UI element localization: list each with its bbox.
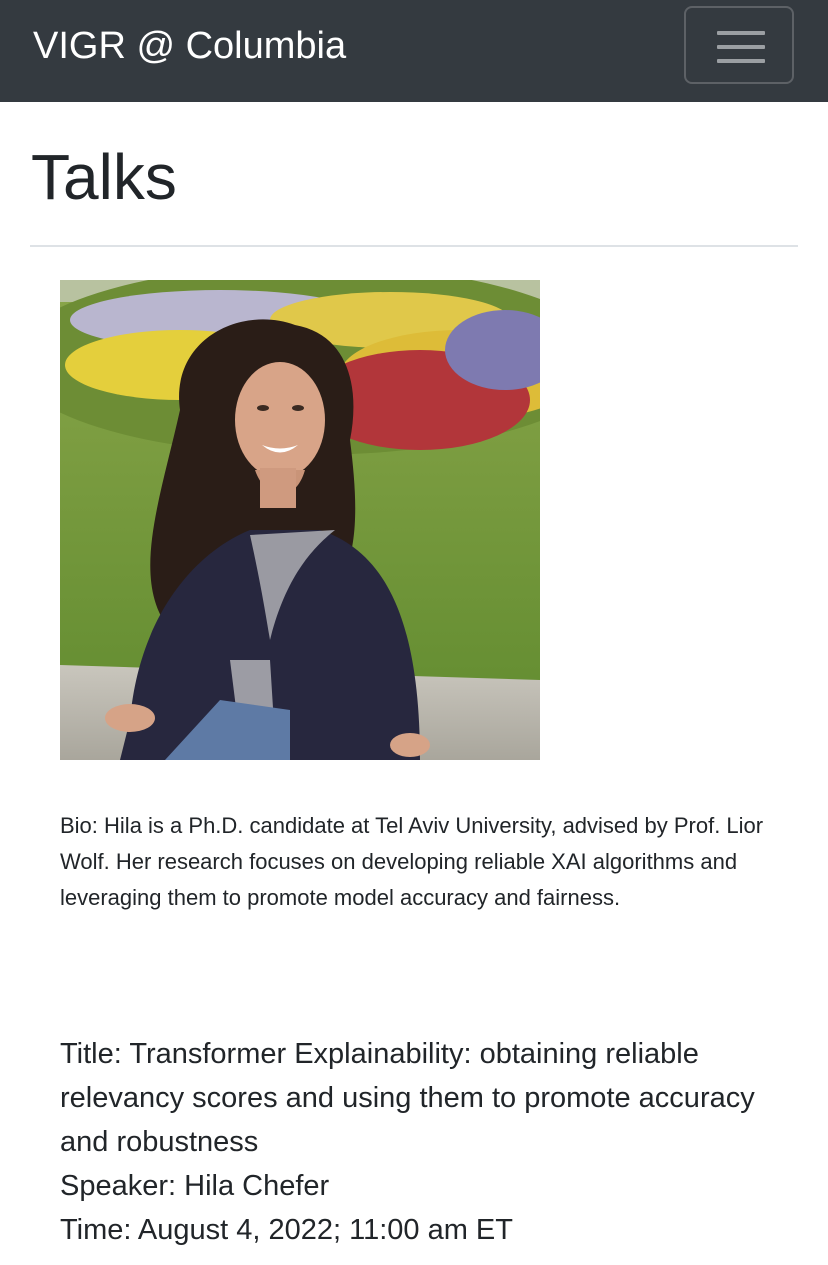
talk-time-value: August 4, 2022; 11:00 am ET (131, 1214, 513, 1246)
bio-label: Bio: (60, 813, 98, 838)
talk-speaker-value: Hila Chefer (176, 1170, 330, 1202)
top-navbar: VIGR @ Columbia (0, 0, 828, 102)
talk-speaker-line: Speaker: Hila Chefer (60, 1164, 780, 1208)
page-title: Talks (31, 141, 177, 213)
talk-speaker-label: Speaker: (60, 1170, 177, 1202)
navbar-brand-link[interactable]: VIGR @ Columbia (33, 24, 346, 68)
title-divider (30, 245, 798, 247)
speaker-bio: Bio: Hila is a Ph.D. candidate at Tel Av… (60, 808, 780, 916)
talk-title-value: Transformer Explainability: obtaining re… (60, 1038, 755, 1158)
talk-details: Title: Transformer Explainability: obtai… (60, 1032, 780, 1252)
speaker-photo (60, 280, 540, 760)
talk-title-line: Title: Transformer Explainability: obtai… (60, 1032, 780, 1164)
talk-title-label: Title: (60, 1038, 122, 1070)
talk-time-label: Time: (60, 1214, 132, 1246)
bio-text: Hila is a Ph.D. candidate at Tel Aviv Un… (60, 813, 764, 910)
navbar-toggle-button[interactable] (684, 6, 794, 84)
talk-time-line: Time: August 4, 2022; 11:00 am ET (60, 1208, 780, 1252)
